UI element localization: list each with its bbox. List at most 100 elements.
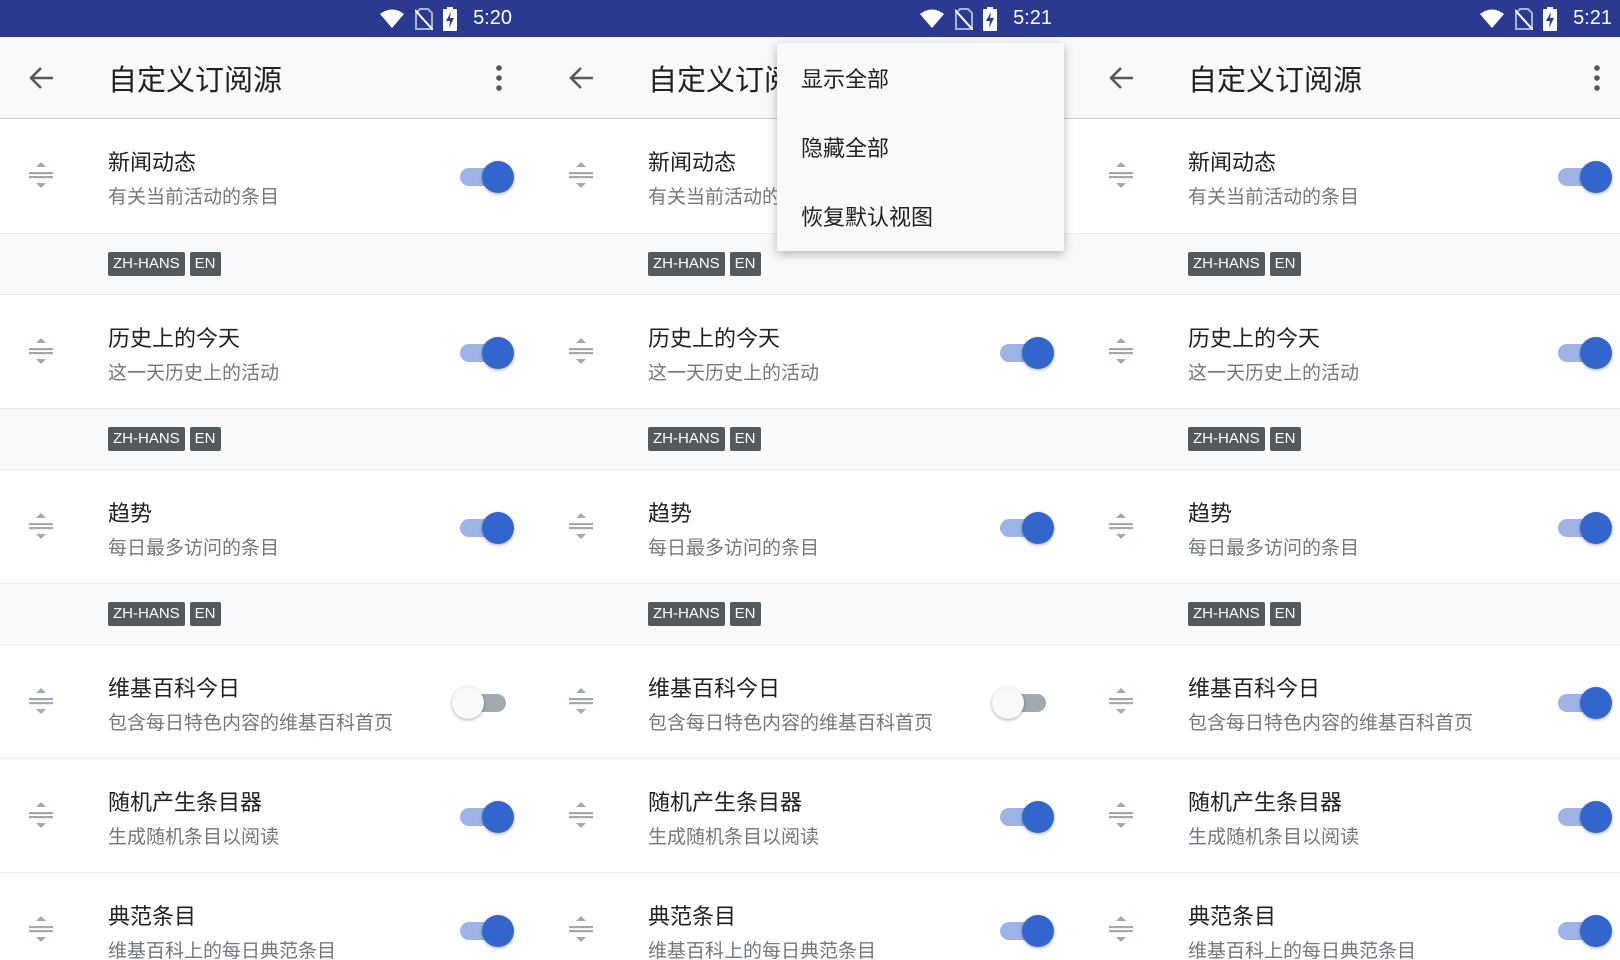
drag-handle-icon[interactable] [568,915,594,943]
battery-charging-icon [1543,6,1558,31]
feed-toggle-switch[interactable] [1550,510,1614,544]
drag-handle-icon[interactable] [1108,512,1134,540]
status-bar: 5:20 [0,0,540,37]
battery-charging-icon [983,6,998,31]
drag-handle-icon[interactable] [568,801,594,829]
drag-handle-icon[interactable] [1108,161,1134,189]
drag-handle-icon[interactable] [28,687,54,715]
status-time: 5:20 [473,7,512,29]
feed-row[interactable]: 典范条目 维基百科上的每日典范条目 [0,872,540,960]
feed-row[interactable]: 维基百科今日 包含每日特色内容的维基百科首页 [0,644,540,758]
drag-handle-icon[interactable] [28,161,54,189]
drag-handle-icon[interactable] [28,337,54,365]
drag-handle-icon[interactable] [568,687,594,715]
feed-row[interactable]: 随机产生条目器 生成随机条目以阅读 [540,758,1080,872]
feed-row[interactable]: 典范条目 维基百科上的每日典范条目 [540,872,1080,960]
drag-handle-icon[interactable] [1108,687,1134,715]
more-vert-icon [496,65,502,91]
feed-toggle-switch[interactable] [992,510,1056,544]
feed-title: 典范条目 [648,905,737,930]
feed-title: 新闻动态 [108,151,197,176]
no-sim-icon [955,7,974,30]
language-chip: ZH-HANS [108,602,185,626]
feed-toggle-switch[interactable] [992,335,1056,369]
back-button[interactable] [22,59,60,97]
language-chip: EN [729,602,761,626]
no-sim-icon [1515,7,1534,30]
drag-handle-icon[interactable] [1108,801,1134,829]
drag-handle-icon[interactable] [28,915,54,943]
feed-description: 包含每日特色内容的维基百科首页 [1188,712,1474,734]
feed-row[interactable]: 历史上的今天 这一天历史上的活动 [0,294,540,408]
feed-toggle-switch[interactable] [452,510,516,544]
menu-item-restore-default[interactable]: 恢复默认视图 [777,181,1064,250]
back-button[interactable] [1102,59,1140,97]
feed-row[interactable]: 随机产生条目器 生成随机条目以阅读 [1080,758,1620,872]
language-chip: EN [729,427,761,451]
language-chip: ZH-HANS [108,252,185,276]
status-time: 5:21 [1013,7,1052,29]
feed-row[interactable]: 趋势 每日最多访问的条目 [540,469,1080,583]
feed-toggle-switch[interactable] [1550,335,1614,369]
feed-toggle-switch[interactable] [1550,913,1614,947]
feed-title: 趋势 [648,502,693,527]
feed-toggle-switch[interactable] [992,913,1056,947]
overflow-menu: 显示全部 隐藏全部 恢复默认视图 [777,43,1064,251]
feed-row[interactable]: 趋势 每日最多访问的条目 [1080,469,1620,583]
feed-toggle-switch[interactable] [1550,159,1614,193]
drag-handle-icon[interactable] [568,512,594,540]
back-button[interactable] [562,59,600,97]
feed-list: 新闻动态 有关当前活动的条目 ZH-HANS EN 历史上的今天 这一天历史上的… [1080,119,1620,960]
feed-toggle-switch[interactable] [452,335,516,369]
feed-description: 包含每日特色内容的维基百科首页 [648,712,934,734]
feed-description: 这一天历史上的活动 [1188,362,1360,384]
feed-row[interactable]: 新闻动态 有关当前活动的条目 [0,119,540,233]
language-strip: ZH-HANS EN [1080,233,1620,294]
screen-1: 5:20 自定义订阅源 新闻动态 有关当前活动的条目 ZH-HANS EN 历史… [0,0,540,960]
menu-item-hide-all[interactable]: 隐藏全部 [777,112,1064,181]
feed-row[interactable]: 维基百科今日 包含每日特色内容的维基百科首页 [540,644,1080,758]
feed-description: 这一天历史上的活动 [108,362,280,384]
language-strip: ZH-HANS EN [0,233,540,294]
feed-title: 典范条目 [108,905,197,930]
language-chip: ZH-HANS [648,252,725,276]
feed-row[interactable]: 维基百科今日 包含每日特色内容的维基百科首页 [1080,644,1620,758]
feed-row[interactable]: 新闻动态 有关当前活动的条目 [1080,119,1620,233]
arrow-back-icon [569,67,593,89]
overflow-menu-button[interactable] [484,61,514,95]
feed-title: 随机产生条目器 [648,791,803,816]
drag-handle-icon[interactable] [568,161,594,189]
drag-handle-icon[interactable] [568,337,594,365]
feed-description: 包含每日特色内容的维基百科首页 [108,712,394,734]
feed-toggle-switch[interactable] [452,799,516,833]
feed-description: 维基百科上的每日典范条目 [108,940,337,960]
drag-handle-icon[interactable] [1108,337,1134,365]
more-vert-icon [1594,65,1600,91]
feed-toggle-switch[interactable] [1550,685,1614,719]
language-strip: ZH-HANS EN [0,408,540,469]
feed-toggle-switch[interactable] [452,685,516,719]
feed-toggle-switch[interactable] [992,685,1056,719]
feed-row[interactable]: 历史上的今天 这一天历史上的活动 [540,294,1080,408]
page-title: 自定义订阅源 [108,63,283,97]
drag-handle-icon[interactable] [28,512,54,540]
feed-toggle-switch[interactable] [452,159,516,193]
language-strip: ZH-HANS EN [1080,583,1620,644]
feed-row[interactable]: 典范条目 维基百科上的每日典范条目 [1080,872,1620,960]
drag-handle-icon[interactable] [1108,915,1134,943]
language-chip: ZH-HANS [648,602,725,626]
feed-title: 随机产生条目器 [1188,791,1343,816]
feed-row[interactable]: 历史上的今天 这一天历史上的活动 [1080,294,1620,408]
drag-handle-icon[interactable] [28,801,54,829]
feed-title: 历史上的今天 [1188,327,1321,352]
feed-row[interactable]: 随机产生条目器 生成随机条目以阅读 [0,758,540,872]
menu-item-show-all[interactable]: 显示全部 [777,43,1064,112]
feed-toggle-switch[interactable] [452,913,516,947]
feed-toggle-switch[interactable] [992,799,1056,833]
overflow-menu-button[interactable] [1582,61,1612,95]
language-chip: EN [1269,602,1301,626]
feed-toggle-switch[interactable] [1550,799,1614,833]
language-chip: ZH-HANS [108,427,185,451]
feed-row[interactable]: 趋势 每日最多访问的条目 [0,469,540,583]
feed-title: 新闻动态 [1188,151,1277,176]
